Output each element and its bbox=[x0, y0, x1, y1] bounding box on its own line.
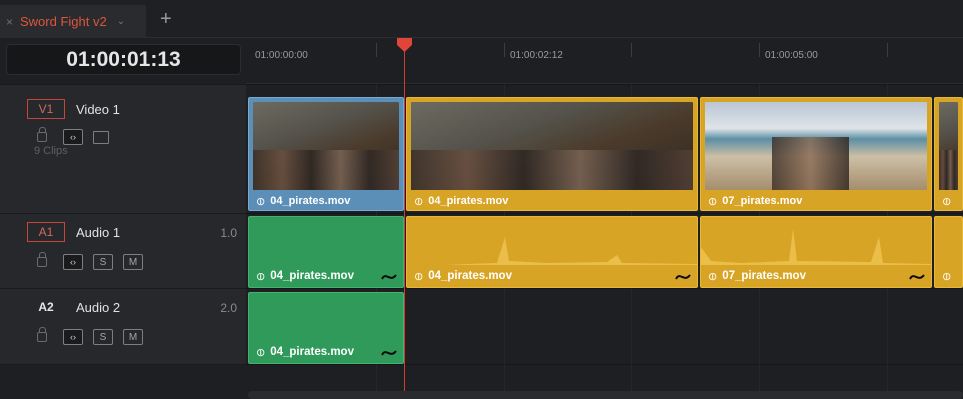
track-header-empty bbox=[0, 364, 246, 399]
audio-clip[interactable]: ⊘ 07_pirates.mov bbox=[700, 216, 932, 288]
solo-button[interactable]: S bbox=[93, 329, 113, 345]
auto-select-icon[interactable]: ‹› bbox=[63, 329, 83, 345]
link-icon: ⊘ bbox=[253, 268, 269, 284]
ruler-label: 01:00:00:00 bbox=[255, 50, 308, 61]
audio-clip[interactable]: ⊘ 04_pirates.mov bbox=[406, 216, 698, 288]
clip-label: ⊘ 04_pirates.mov bbox=[253, 268, 354, 284]
video-clip-partial[interactable]: ⊘ bbox=[934, 97, 963, 211]
lock-icon[interactable] bbox=[37, 127, 47, 142]
fade-curve-icon bbox=[381, 350, 397, 356]
close-tab-icon[interactable]: × bbox=[6, 15, 20, 29]
link-icon: ⊘ bbox=[705, 268, 721, 284]
timecode-display[interactable]: 01:00:01:13 bbox=[6, 44, 241, 75]
timeline-tab[interactable]: × Sword Fight v2 ⌄ bbox=[0, 5, 146, 38]
clip-label: ⊘ 04_pirates.mov bbox=[253, 344, 354, 360]
audio1-track-controls: ‹› S M bbox=[37, 252, 153, 270]
track-name[interactable]: Video 1 bbox=[76, 102, 120, 117]
link-icon: ⊘ bbox=[411, 193, 427, 209]
link-icon: ⊘ bbox=[939, 193, 955, 209]
ruler-tick bbox=[631, 43, 632, 57]
link-icon: ⊘ bbox=[705, 193, 721, 209]
audio-clip-partial[interactable]: ⊘ bbox=[934, 216, 963, 288]
fade-curve-icon bbox=[909, 274, 925, 280]
audio2-track-header[interactable]: A2 Audio 2 2.0 ‹› S M bbox=[0, 288, 246, 364]
audio-clip[interactable]: ⊘ 04_pirates.mov bbox=[248, 216, 404, 288]
clip-label: ⊘ 04_pirates.mov bbox=[253, 193, 351, 209]
auto-select-icon[interactable]: ‹› bbox=[63, 254, 83, 270]
clip-label: ⊘ bbox=[935, 192, 962, 210]
timeline-tabbar: × Sword Fight v2 ⌄ + bbox=[0, 0, 963, 38]
audio-waveform bbox=[701, 229, 931, 265]
track-id-a1[interactable]: A1 bbox=[27, 222, 65, 242]
solo-button[interactable]: S bbox=[93, 254, 113, 270]
audio2-track-controls: ‹› S M bbox=[37, 327, 153, 345]
clip-thumbnail bbox=[411, 102, 693, 190]
fade-curve-icon bbox=[381, 274, 397, 280]
timeline-tab-title: Sword Fight v2 bbox=[20, 14, 107, 29]
clip-count: 9 Clips bbox=[34, 145, 68, 157]
track-id-v1[interactable]: V1 bbox=[27, 99, 65, 119]
timeline-ruler[interactable]: 01:00:00:00 01:00:02:12 01:00:05:00 bbox=[246, 38, 963, 84]
playhead[interactable] bbox=[404, 38, 405, 399]
ruler-label: 01:00:05:00 bbox=[765, 50, 818, 61]
video-toggle-icon[interactable] bbox=[93, 130, 109, 144]
ruler-tick bbox=[376, 43, 377, 57]
audio-clip[interactable]: ⊘ 04_pirates.mov bbox=[248, 292, 404, 364]
auto-select-icon[interactable]: ‹› bbox=[63, 129, 83, 145]
clip-label: ⊘ 07_pirates.mov bbox=[705, 268, 806, 284]
link-icon: ⊘ bbox=[253, 344, 269, 360]
clip-thumbnail bbox=[253, 102, 399, 190]
video-clip[interactable]: ⊘ 04_pirates.mov bbox=[248, 97, 404, 211]
clip-thumbnail bbox=[939, 102, 958, 190]
clip-label: ⊘ bbox=[935, 265, 962, 287]
track-id-a2[interactable]: A2 bbox=[27, 297, 65, 317]
playhead-handle[interactable] bbox=[396, 38, 413, 52]
track-volume: 2.0 bbox=[220, 301, 237, 315]
link-icon: ⊘ bbox=[253, 193, 269, 209]
link-icon: ⊘ bbox=[939, 268, 955, 284]
video-track-controls: ‹› bbox=[37, 127, 119, 145]
ruler-tick bbox=[759, 43, 760, 57]
clip-label: ⊘ 04_pirates.mov bbox=[411, 193, 509, 209]
chevron-down-icon[interactable]: ⌄ bbox=[117, 16, 125, 27]
clip-label: ⊘ 07_pirates.mov bbox=[705, 193, 803, 209]
lock-icon[interactable] bbox=[37, 327, 47, 342]
ruler-label: 01:00:02:12 bbox=[510, 50, 563, 61]
video-clip[interactable]: ⊘ 07_pirates.mov bbox=[700, 97, 932, 211]
fade-curve-icon bbox=[675, 274, 691, 280]
video-track-header[interactable]: V1 Video 1 ‹› 9 Clips bbox=[0, 84, 246, 213]
link-icon: ⊘ bbox=[411, 268, 427, 284]
mute-button[interactable]: M bbox=[123, 329, 143, 345]
audio-waveform bbox=[407, 237, 697, 265]
track-volume: 1.0 bbox=[220, 226, 237, 240]
track-name[interactable]: Audio 1 bbox=[76, 225, 120, 240]
mute-button[interactable]: M bbox=[123, 254, 143, 270]
clip-label: ⊘ 04_pirates.mov bbox=[411, 268, 512, 284]
ruler-tick bbox=[887, 43, 888, 57]
track-name[interactable]: Audio 2 bbox=[76, 300, 120, 315]
audio1-track-header[interactable]: A1 Audio 1 1.0 ‹› S M bbox=[0, 213, 246, 288]
video-clip[interactable]: ⊘ 04_pirates.mov bbox=[406, 97, 698, 211]
ruler-tick bbox=[504, 43, 505, 57]
add-timeline-button[interactable]: + bbox=[160, 9, 172, 29]
clip-thumbnail bbox=[705, 102, 927, 190]
lock-icon[interactable] bbox=[37, 252, 47, 267]
horizontal-scrollbar[interactable] bbox=[248, 391, 963, 399]
